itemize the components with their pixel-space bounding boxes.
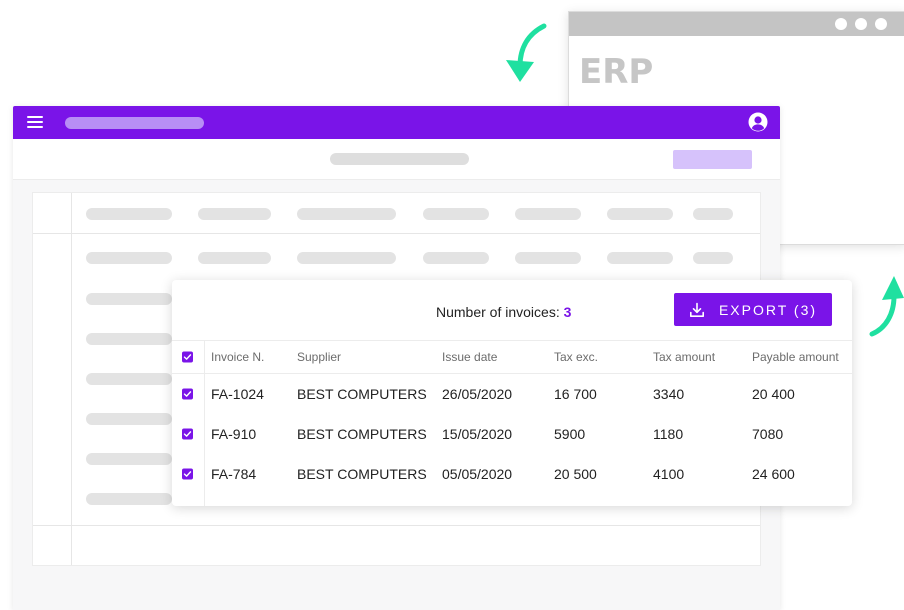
check-icon bbox=[183, 431, 192, 437]
download-icon bbox=[689, 302, 704, 317]
content-divider bbox=[71, 193, 72, 565]
placeholder-bar bbox=[297, 252, 396, 264]
app-subbar bbox=[13, 139, 780, 180]
cell-tax-amount: 3340 bbox=[653, 386, 685, 402]
placeholder-bar bbox=[607, 252, 673, 264]
window-dot-icon bbox=[875, 18, 887, 30]
export-button-label: EXPORT (3) bbox=[718, 301, 818, 318]
erp-title: ERP bbox=[579, 52, 654, 92]
table-row[interactable]: FA-910 BEST COMPUTERS 15/05/2020 5900 11… bbox=[172, 414, 852, 454]
column-header-tax-exc[interactable]: Tax exc. bbox=[554, 350, 598, 364]
content-divider bbox=[33, 525, 760, 526]
cell-payable-amount: 20 400 bbox=[752, 386, 795, 402]
cell-payable-amount: 24 600 bbox=[752, 466, 795, 482]
app-header bbox=[13, 106, 780, 139]
window-dot-icon bbox=[855, 18, 867, 30]
row-checkbox[interactable] bbox=[182, 428, 193, 440]
window-dot-icon bbox=[835, 18, 847, 30]
cell-invoice-number: FA-910 bbox=[211, 426, 257, 442]
placeholder-bar bbox=[423, 252, 489, 264]
placeholder-bar bbox=[86, 252, 172, 264]
cell-issue-date: 05/05/2020 bbox=[442, 466, 513, 482]
invoice-table-header: Invoice N. Supplier Issue date Tax exc. … bbox=[172, 341, 852, 374]
check-icon bbox=[183, 354, 192, 360]
invoice-export-card: Number of invoices: 3 EXPORT (3) Invoice… bbox=[172, 280, 852, 506]
card-header: Number of invoices: 3 EXPORT (3) bbox=[172, 280, 852, 341]
user-icon[interactable] bbox=[748, 112, 768, 132]
export-button[interactable]: EXPORT (3) bbox=[674, 293, 832, 326]
placeholder-bar bbox=[693, 208, 733, 220]
cell-payable-amount: 7080 bbox=[752, 426, 784, 442]
column-header-payable-amount[interactable]: Payable amount bbox=[752, 350, 839, 364]
cell-issue-date: 26/05/2020 bbox=[442, 386, 513, 402]
column-header-supplier[interactable]: Supplier bbox=[297, 350, 341, 364]
cell-issue-date: 15/05/2020 bbox=[442, 426, 513, 442]
placeholder-bar bbox=[86, 373, 172, 385]
column-header-issue-date[interactable]: Issue date bbox=[442, 350, 497, 364]
hamburger-icon[interactable] bbox=[27, 116, 43, 129]
placeholder-bar bbox=[86, 493, 172, 505]
content-divider bbox=[33, 233, 760, 234]
placeholder-bar bbox=[86, 453, 172, 465]
row-checkbox[interactable] bbox=[182, 468, 193, 480]
placeholder-bar bbox=[198, 252, 271, 264]
curved-arrow-down-icon bbox=[506, 23, 547, 82]
check-icon bbox=[183, 471, 192, 477]
table-row[interactable]: FA-1024 BEST COMPUTERS 26/05/2020 16 700… bbox=[172, 374, 852, 414]
header-title-placeholder bbox=[65, 117, 204, 129]
cell-supplier: BEST COMPUTERS bbox=[297, 386, 427, 402]
invoice-count: Number of invoices: 3 bbox=[436, 304, 571, 320]
placeholder-bar bbox=[297, 208, 396, 220]
cell-supplier: BEST COMPUTERS bbox=[297, 426, 427, 442]
check-icon bbox=[183, 391, 192, 397]
curved-arrow-up-icon bbox=[869, 276, 904, 337]
row-checkbox[interactable] bbox=[182, 388, 193, 400]
erp-titlebar bbox=[569, 12, 904, 36]
column-header-tax-amount[interactable]: Tax amount bbox=[653, 350, 715, 364]
invoice-count-value: 3 bbox=[563, 304, 572, 320]
cell-tax-exc: 20 500 bbox=[554, 466, 597, 482]
subbar-title-placeholder bbox=[330, 153, 469, 165]
invoice-count-label: Number of invoices: bbox=[436, 304, 560, 320]
subbar-action-button[interactable] bbox=[673, 150, 752, 169]
column-header-invoice-number[interactable]: Invoice N. bbox=[211, 350, 264, 364]
placeholder-bar bbox=[86, 208, 172, 220]
placeholder-bar bbox=[86, 333, 172, 345]
table-row[interactable]: FA-784 BEST COMPUTERS 05/05/2020 20 500 … bbox=[172, 454, 852, 494]
placeholder-bar bbox=[607, 208, 673, 220]
placeholder-bar bbox=[515, 252, 581, 264]
placeholder-bar bbox=[515, 208, 581, 220]
cell-invoice-number: FA-784 bbox=[211, 466, 257, 482]
cell-tax-amount: 1180 bbox=[653, 426, 684, 442]
cell-tax-exc: 16 700 bbox=[554, 386, 597, 402]
placeholder-bar bbox=[86, 293, 172, 305]
cell-tax-exc: 5900 bbox=[554, 426, 586, 442]
placeholder-bar bbox=[198, 208, 271, 220]
placeholder-bar bbox=[693, 252, 733, 264]
placeholder-bar bbox=[86, 413, 172, 425]
cell-tax-amount: 4100 bbox=[653, 466, 685, 482]
placeholder-bar bbox=[423, 208, 489, 220]
cell-invoice-number: FA-1024 bbox=[211, 386, 264, 402]
select-all-checkbox[interactable] bbox=[182, 351, 193, 363]
cell-supplier: BEST COMPUTERS bbox=[297, 466, 427, 482]
